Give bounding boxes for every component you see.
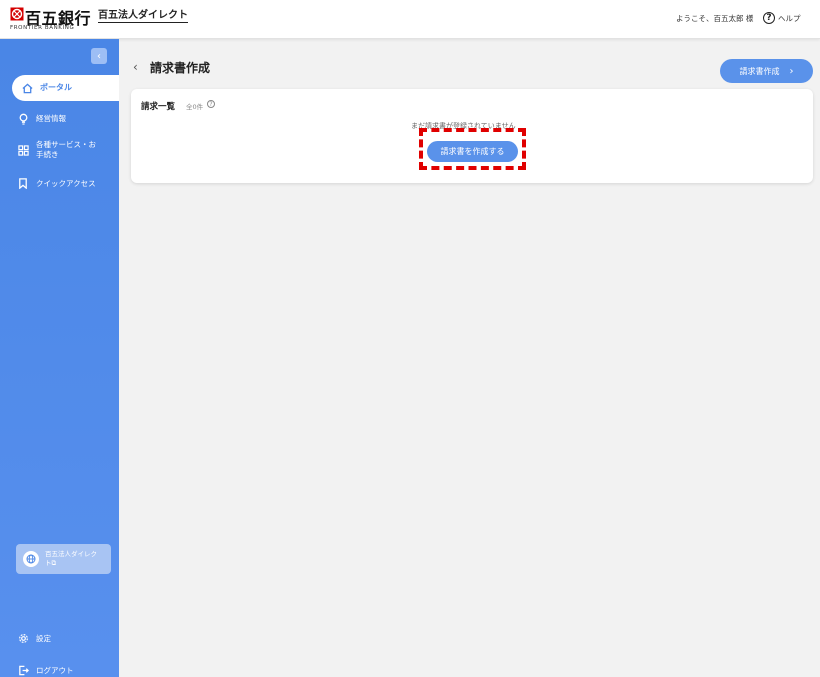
create-invoice-button[interactable]: 請求書を作成する [427, 141, 518, 162]
info-icon[interactable]: ? [207, 100, 215, 108]
home-icon [20, 83, 34, 94]
grid-icon [16, 144, 30, 156]
bank-tagline: FRONTIER BANKING [10, 25, 75, 31]
sidebar-item-logout[interactable]: ログアウト [16, 665, 74, 676]
direct-link-label: 百五法人ダイレクト⧉ [45, 550, 97, 567]
chevron-left-icon: ‹ [97, 50, 101, 62]
service-name: 百五法人ダイレクト [98, 10, 188, 23]
sidebar-collapse-button[interactable]: ‹ [91, 48, 107, 64]
help-link[interactable]: ? ヘルプ [763, 9, 801, 27]
bank-logo[interactable]: 百五銀行 FRONTIER BANKING 百五法人ダイレクト [10, 6, 188, 34]
chevron-right-icon: › [789, 65, 794, 77]
sidebar-item-label: 経営情報 [36, 114, 66, 123]
invoice-list-title: 請求一覧 [141, 102, 176, 112]
invoice-count: 全0件 [186, 103, 204, 111]
sidebar-item-label: クイックアクセス [36, 178, 96, 188]
help-icon: ? [763, 12, 775, 24]
create-invoice-label: 請求書を作成する [440, 147, 505, 156]
sidebar-item-quick-access[interactable]: クイックアクセス [16, 178, 96, 189]
sidebar-item-business-info[interactable]: 経営情報 [16, 113, 66, 125]
welcome-text: ようこそ、百五太郎 様 [676, 14, 754, 23]
sidebar-item-label: 各種サービス・お手続き [36, 140, 96, 159]
sidebar-item-label: 設定 [36, 633, 51, 643]
empty-state-message: まだ請求書が登録されていません [411, 122, 516, 130]
back-chevron-icon[interactable]: ‹ [133, 60, 138, 74]
sidebar-item-label: ポータル [40, 83, 72, 92]
sidebar-item-portal[interactable]: ポータル [12, 75, 119, 101]
create-invoice-top-button[interactable]: 請求書作成 › [720, 59, 813, 83]
invoice-list-card: 請求一覧 全0件 ? まだ請求書が登録されていません 請求書を作成する [131, 89, 813, 183]
sidebar: ‹ ポータル 経営情報 各種サービス・お手続き クイックアクセス 百五法人ダイレ… [0, 39, 119, 677]
direct-link-card[interactable]: 百五法人ダイレクト⧉ [16, 544, 111, 574]
page-title: 請求書作成 [150, 61, 211, 75]
lightbulb-icon [16, 113, 30, 125]
top-header: 百五銀行 FRONTIER BANKING 百五法人ダイレクト ようこそ、百五太… [0, 0, 820, 39]
bookmark-icon [16, 178, 30, 189]
logout-icon [16, 665, 30, 676]
bank-mark-icon [10, 7, 24, 21]
globe-icon [23, 551, 39, 567]
create-invoice-top-label: 請求書作成 [739, 66, 780, 76]
sidebar-item-settings[interactable]: 設定 [16, 633, 51, 644]
sidebar-item-label: ログアウト [36, 665, 74, 675]
sidebar-item-services[interactable]: 各種サービス・お手続き [16, 140, 96, 160]
help-label: ヘルプ [778, 13, 801, 23]
gear-icon [16, 633, 30, 644]
